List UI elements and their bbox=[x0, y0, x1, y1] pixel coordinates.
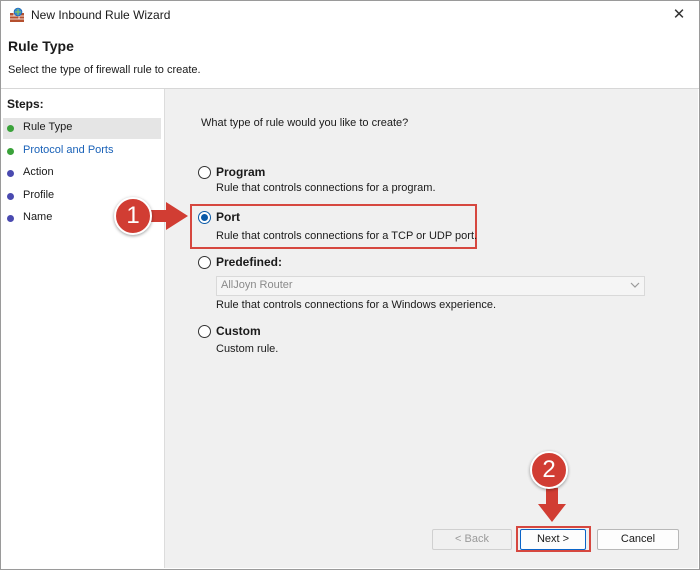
close-button[interactable]: ✕ bbox=[666, 4, 692, 26]
custom-description: Custom rule. bbox=[216, 343, 279, 355]
program-label[interactable]: Program bbox=[216, 165, 265, 179]
window-title: New Inbound Rule Wizard bbox=[31, 8, 171, 22]
program-radio[interactable] bbox=[198, 166, 211, 179]
step-status-icon bbox=[7, 193, 14, 200]
cancel-button[interactable]: Cancel bbox=[597, 529, 679, 550]
custom-label[interactable]: Custom bbox=[216, 324, 261, 338]
page-subtitle: Select the type of firewall rule to crea… bbox=[8, 64, 201, 76]
step-label: Rule Type bbox=[23, 121, 73, 133]
callout-marker-2: 2 bbox=[530, 451, 568, 489]
step-label: Name bbox=[23, 211, 53, 223]
step-label: Profile bbox=[23, 189, 55, 201]
next-button[interactable]: Next > bbox=[520, 529, 586, 550]
port-description: Rule that controls connections for a TCP… bbox=[216, 230, 478, 242]
arrow-down-icon bbox=[538, 488, 566, 522]
step-status-icon bbox=[7, 125, 14, 132]
predefined-dropdown-value: AllJoyn Router bbox=[221, 279, 293, 291]
predefined-dropdown: AllJoyn Router bbox=[216, 276, 645, 296]
back-button[interactable]: < Back bbox=[432, 529, 512, 550]
step-rule-type[interactable]: Rule Type bbox=[3, 118, 161, 139]
predefined-label[interactable]: Predefined: bbox=[216, 255, 282, 269]
close-icon: ✕ bbox=[672, 6, 686, 23]
predefined-radio[interactable] bbox=[198, 256, 211, 269]
port-label[interactable]: Port bbox=[216, 210, 240, 224]
predefined-description: Rule that controls connections for a Win… bbox=[216, 299, 497, 311]
step-protocol-and-ports[interactable]: Protocol and Ports bbox=[3, 141, 161, 162]
callout-marker-1: 1 bbox=[114, 197, 152, 235]
firewall-icon bbox=[9, 7, 25, 23]
custom-radio[interactable] bbox=[198, 325, 211, 338]
port-radio[interactable] bbox=[198, 211, 211, 224]
step-status-icon bbox=[7, 170, 14, 177]
step-label: Action bbox=[23, 166, 54, 178]
step-status-icon bbox=[7, 148, 14, 155]
step-action[interactable]: Action bbox=[3, 163, 161, 184]
step-label: Protocol and Ports bbox=[23, 144, 114, 156]
chevron-down-icon bbox=[630, 278, 640, 295]
rule-type-question: What type of rule would you like to crea… bbox=[201, 117, 409, 129]
program-description: Rule that controls connections for a pro… bbox=[216, 182, 436, 194]
step-status-icon bbox=[7, 215, 14, 222]
steps-heading: Steps: bbox=[7, 97, 44, 111]
page-title: Rule Type bbox=[8, 38, 74, 54]
